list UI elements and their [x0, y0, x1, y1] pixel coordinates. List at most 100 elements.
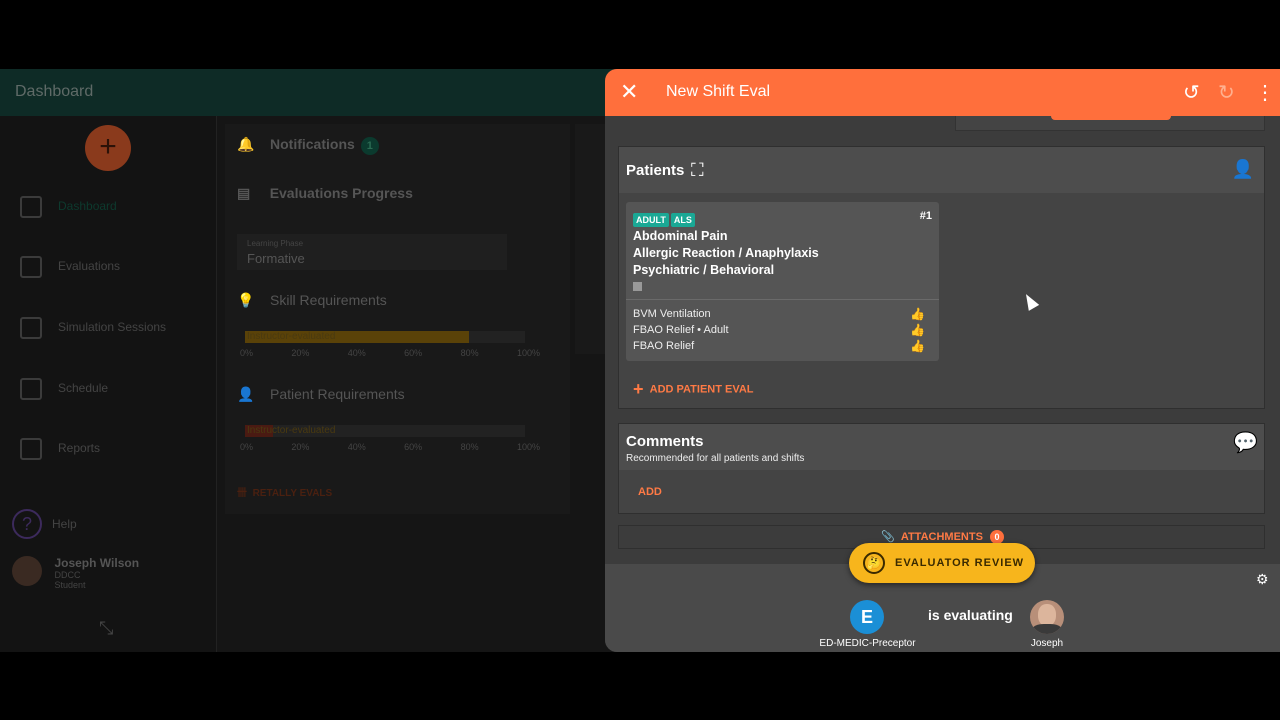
note-icon	[633, 282, 642, 291]
tick: 40%	[347, 348, 366, 358]
thumbs-up-icon: 👍	[910, 307, 925, 321]
learning-phase-label: Learning Phase	[247, 239, 304, 248]
attachments-label: ATTACHMENTS	[900, 531, 983, 543]
patient-progress-bar: Instructor-evaluated	[245, 425, 525, 437]
tick: 60%	[404, 442, 423, 452]
sidebar-item-simulation[interactable]: Simulation Sessions	[20, 317, 166, 339]
notifications-label: Notifications	[270, 136, 355, 152]
skill-label: FBAO Relief	[633, 340, 695, 352]
evaluations-progress-header: ▤ Evaluations Progress	[237, 185, 413, 201]
student-name: Joseph	[1030, 638, 1064, 649]
notification-count-badge: 1	[360, 137, 379, 155]
patient-number: #1	[919, 210, 932, 222]
help-link[interactable]: ? Help	[12, 509, 77, 539]
fullscreen-icon[interactable]: ⛶	[691, 160, 704, 181]
new-shift-eval-drawer: ✕ New Shift Eval ↺ ↻ ⋮ Patients ⛶ 👤 ADUL…	[605, 69, 1280, 652]
close-icon[interactable]: ✕	[620, 79, 638, 105]
chat-bubbles-icon: 💬	[1233, 432, 1258, 454]
user-role: Student	[54, 580, 86, 590]
skill-label: FBAO Relief • Adult	[633, 324, 729, 336]
skill-requirements-header[interactable]: 💡 Skill Requirements	[237, 292, 387, 309]
comments-title: Comments	[626, 433, 704, 450]
tick: 60%	[404, 348, 423, 358]
calendar-icon	[20, 378, 42, 400]
skill-progress-fill: Instructor-evaluated	[245, 331, 469, 343]
user-profile[interactable]: Joseph Wilson DDCC Student	[12, 556, 139, 590]
add-patient-eval-button[interactable]: + ADD PATIENT EVAL	[633, 379, 754, 400]
notifications-header[interactable]: 🔔 Notifications 1	[237, 136, 379, 155]
tick: 0%	[240, 442, 254, 452]
skill-item: FBAO Relief • Adult 👍	[633, 322, 925, 338]
sidebar-item-label: Simulation Sessions	[58, 320, 167, 335]
drawer-title: New Shift Eval	[666, 83, 771, 100]
thinking-face-icon: 🤔	[863, 552, 885, 574]
tick: 40%	[347, 442, 366, 452]
evaluations-progress-label: Evaluations Progress	[269, 185, 413, 201]
patient-requirements-header[interactable]: 👤 Patient Requirements	[237, 386, 405, 403]
undo-icon[interactable]: ↺	[1183, 80, 1200, 105]
tick: 0%	[240, 348, 254, 358]
tag-adult: ADULT	[633, 213, 669, 227]
skill-item: BVM Ventilation 👍	[633, 306, 925, 322]
patient-card[interactable]: ADULT ALS #1 Abdominal Pain Allergic Reac…	[626, 202, 939, 361]
thumbs-up-icon: 👍	[910, 339, 925, 353]
skill-requirements-label: Skill Requirements	[270, 292, 387, 308]
collapse-icon[interactable]: ⤡	[99, 618, 113, 639]
attachments-label-wrap: 📎 ATTACHMENTS 0	[881, 530, 1004, 544]
patient-tags: ADULT ALS	[633, 210, 697, 228]
evaluator-name: ED-MEDIC-Preceptor	[819, 638, 916, 649]
tick: 100%	[516, 442, 540, 452]
comments-header: Comments Recommended for all patients an…	[619, 424, 1264, 470]
add-patient-eval-label: ADD PATIENT EVAL	[649, 383, 754, 396]
paperclip-icon: 📎	[881, 531, 895, 543]
skill-item: FBAO Relief 👍	[633, 338, 925, 354]
learning-phase-select[interactable]: Learning Phase Formative	[237, 234, 507, 270]
add-comment-button[interactable]: ADD	[638, 486, 662, 498]
learning-phase-value: Formative	[247, 251, 305, 266]
patient-conditions: Abdominal Pain Allergic Reaction / Anaph…	[633, 228, 819, 291]
sidebar: + Dashboard Evaluations Simulation Sessi…	[0, 116, 217, 652]
skill-progress-bar: Instructor-evaluated	[245, 331, 525, 343]
dashboard-panel: 🔔 Notifications 1 ▤ Evaluations Progress …	[225, 124, 570, 514]
patient-requirements-label: Patient Requirements	[270, 386, 405, 402]
patient-progress-fill: Instructor-evaluated	[245, 425, 336, 437]
patients-title: Patients	[626, 162, 685, 179]
add-fab-button[interactable]: +	[85, 125, 131, 171]
sidebar-item-label: Dashboard	[58, 199, 117, 214]
tag-als: ALS	[670, 213, 695, 227]
redo-icon[interactable]: ↻	[1218, 80, 1235, 105]
dashboard-icon	[20, 196, 42, 218]
patient-person-icon: 👤	[1231, 159, 1254, 179]
patients-header: Patients ⛶ 👤	[619, 147, 1264, 193]
student-avatar	[1030, 600, 1064, 634]
sidebar-item-dashboard[interactable]: Dashboard	[20, 196, 117, 218]
avatar	[12, 556, 42, 586]
checklist-icon	[20, 256, 42, 278]
sidebar-item-evaluations[interactable]: Evaluations	[20, 256, 120, 278]
more-vertical-icon[interactable]: ⋮	[1255, 80, 1275, 105]
evaluator-avatar: E	[850, 600, 884, 634]
skill-ticks: 0% 20% 40% 60% 80% 100%	[240, 348, 540, 358]
sidebar-item-reports[interactable]: Reports	[20, 438, 100, 460]
sidebar-item-schedule[interactable]: Schedule	[20, 378, 108, 400]
tick: 20%	[291, 442, 310, 452]
help-icon: ?	[12, 509, 42, 539]
patient-ticks: 0% 20% 40% 60% 80% 100%	[240, 442, 540, 452]
retally-evals-button[interactable]: 卌 RETALLY EVALS	[237, 484, 332, 499]
reports-icon	[20, 438, 42, 460]
settings-gears-icon[interactable]: ⚙	[1256, 571, 1269, 588]
comments-subtitle: Recommended for all patients and shifts	[626, 453, 805, 464]
sidebar-item-label: Reports	[58, 441, 101, 456]
previous-section-stub	[955, 116, 1265, 131]
sidebar-item-label: Schedule	[58, 381, 109, 396]
is-evaluating-text: is evaluating	[928, 607, 1013, 623]
comments-card: Comments Recommended for all patients an…	[618, 423, 1265, 514]
condition: Allergic Reaction / Anaphylaxis	[633, 246, 819, 260]
drawer-header: ✕ New Shift Eval ↺ ↻ ⋮	[605, 69, 1280, 116]
tick: 80%	[460, 348, 479, 358]
help-label: Help	[52, 517, 77, 532]
app-frame: Dashboard + Dashboard Evaluations Simula…	[0, 69, 1280, 652]
user-org: DDCC	[54, 570, 81, 580]
tick: 20%	[291, 348, 310, 358]
evaluator-review-button[interactable]: 🤔 EVALUATOR REVIEW	[849, 543, 1035, 583]
